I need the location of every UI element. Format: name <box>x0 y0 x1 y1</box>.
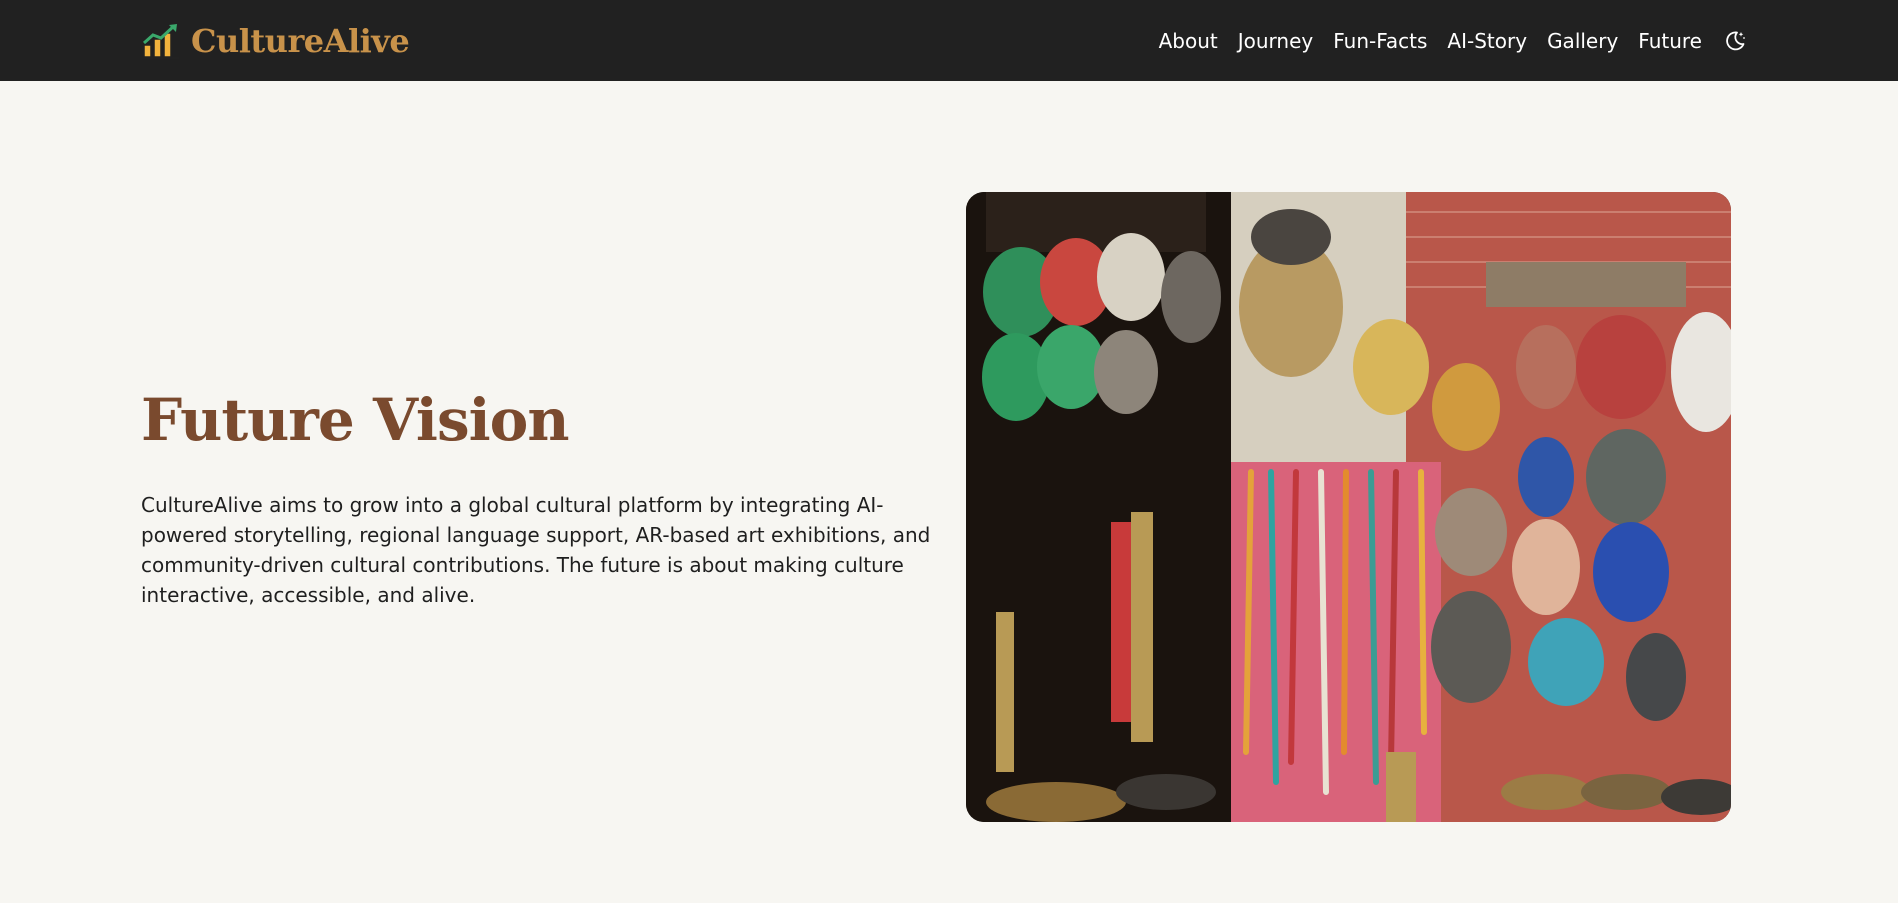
nav-link-fun-facts[interactable]: Fun-Facts <box>1333 29 1427 53</box>
future-vision-section: Future Vision CultureAlive aims to grow … <box>0 81 1898 903</box>
nav-links: About Journey Fun-Facts AI-Story Gallery… <box>1159 28 1748 54</box>
nav-link-ai-story[interactable]: AI-Story <box>1447 29 1527 53</box>
chart-growth-icon <box>143 23 179 59</box>
theme-toggle-button[interactable] <box>1722 28 1748 54</box>
brand-name: CultureAlive <box>191 21 410 60</box>
masks-photo-illustration <box>966 192 1731 822</box>
culture-masks-image <box>966 192 1731 822</box>
nav-link-journey[interactable]: Journey <box>1238 29 1314 53</box>
page-title: Future Vision <box>141 386 570 454</box>
nav-link-future[interactable]: Future <box>1638 29 1702 53</box>
hero-description: CultureAlive aims to grow into a global … <box>141 493 931 607</box>
nav-link-about[interactable]: About <box>1159 29 1218 53</box>
brand-logo-link[interactable]: CultureAlive <box>141 21 410 61</box>
moon-stars-icon <box>1726 31 1745 50</box>
nav-link-gallery[interactable]: Gallery <box>1547 29 1618 53</box>
navbar: CultureAlive About Journey Fun-Facts AI-… <box>0 0 1898 81</box>
hero-text: Future Vision CultureAlive aims to grow … <box>141 386 941 610</box>
